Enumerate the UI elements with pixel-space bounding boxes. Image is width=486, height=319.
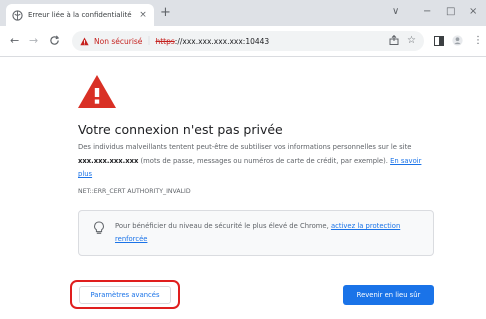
new-tab-button[interactable]: +	[160, 5, 171, 21]
tab-title: Erreur liée à la confidentialité	[28, 11, 132, 19]
profile-icon[interactable]	[452, 35, 463, 46]
lightbulb-icon	[94, 221, 104, 234]
error-code: NET::ERR_CERT AUTHORITY_INVALID	[78, 188, 191, 195]
title-bar: Erreur liée à la confidentialité × + ∨ −…	[0, 0, 486, 26]
side-panel-icon[interactable]	[434, 36, 444, 46]
warning-icon	[80, 37, 89, 45]
minimize-button[interactable]: −	[423, 6, 431, 18]
enhanced-protection-box: Pour bénéficier du niveau de sécurité le…	[78, 210, 434, 256]
maximize-button[interactable]: □	[446, 6, 455, 18]
enhanced-protection-text: Pour bénéficier du niveau de sécurité le…	[115, 220, 421, 246]
url-scheme: https	[155, 36, 175, 46]
back-arrow-icon[interactable]: ←	[10, 34, 19, 47]
tab-privacy-error[interactable]: Erreur liée à la confidentialité ×	[6, 4, 154, 26]
description-part-1: Des individus malveillants tentent peut-…	[78, 143, 412, 151]
url-host: ://xxx.xxx.xxx.xxx:10443	[174, 36, 270, 46]
reload-icon[interactable]	[49, 35, 60, 46]
privacy-error-page: Votre connexion n'est pas privée Des ind…	[0, 57, 486, 319]
close-icon[interactable]: ×	[138, 10, 148, 20]
warning-icon	[78, 75, 116, 108]
back-to-safety-button[interactable]: Revenir en lieu sûr	[343, 285, 434, 305]
star-icon[interactable]: ☆	[407, 35, 416, 47]
address-bar[interactable]: Non sécurisé | https ://xxx.xxx.xxx.xxx:…	[72, 31, 424, 51]
forward-arrow-icon[interactable]: →	[29, 34, 38, 47]
omnibox-divider: |	[147, 36, 151, 46]
browser-toolbar: ← → Non sécurisé | https ://xxx.xxx.xxx.…	[0, 26, 486, 57]
error-description: Des individus malveillants tentent peut-…	[78, 141, 428, 182]
host-name: xxx.xxx.xxx.xxx	[78, 156, 139, 165]
globe-icon	[12, 9, 23, 21]
tab-search-icon[interactable]: ∨	[392, 6, 399, 18]
advanced-settings-button[interactable]: Paramètres avancés	[79, 286, 171, 304]
menu-icon[interactable]: ⋮	[473, 34, 483, 47]
close-window-button[interactable]: ×	[469, 6, 477, 18]
not-secure-label[interactable]: Non sécurisé	[94, 37, 142, 46]
page-title: Votre connexion n'est pas privée	[78, 122, 283, 137]
description-part-2: (mots de passe, messages ou numéros de c…	[138, 156, 391, 165]
enhanced-protection-label: Pour bénéficier du niveau de sécurité le…	[115, 222, 331, 230]
share-icon[interactable]	[389, 35, 399, 45]
